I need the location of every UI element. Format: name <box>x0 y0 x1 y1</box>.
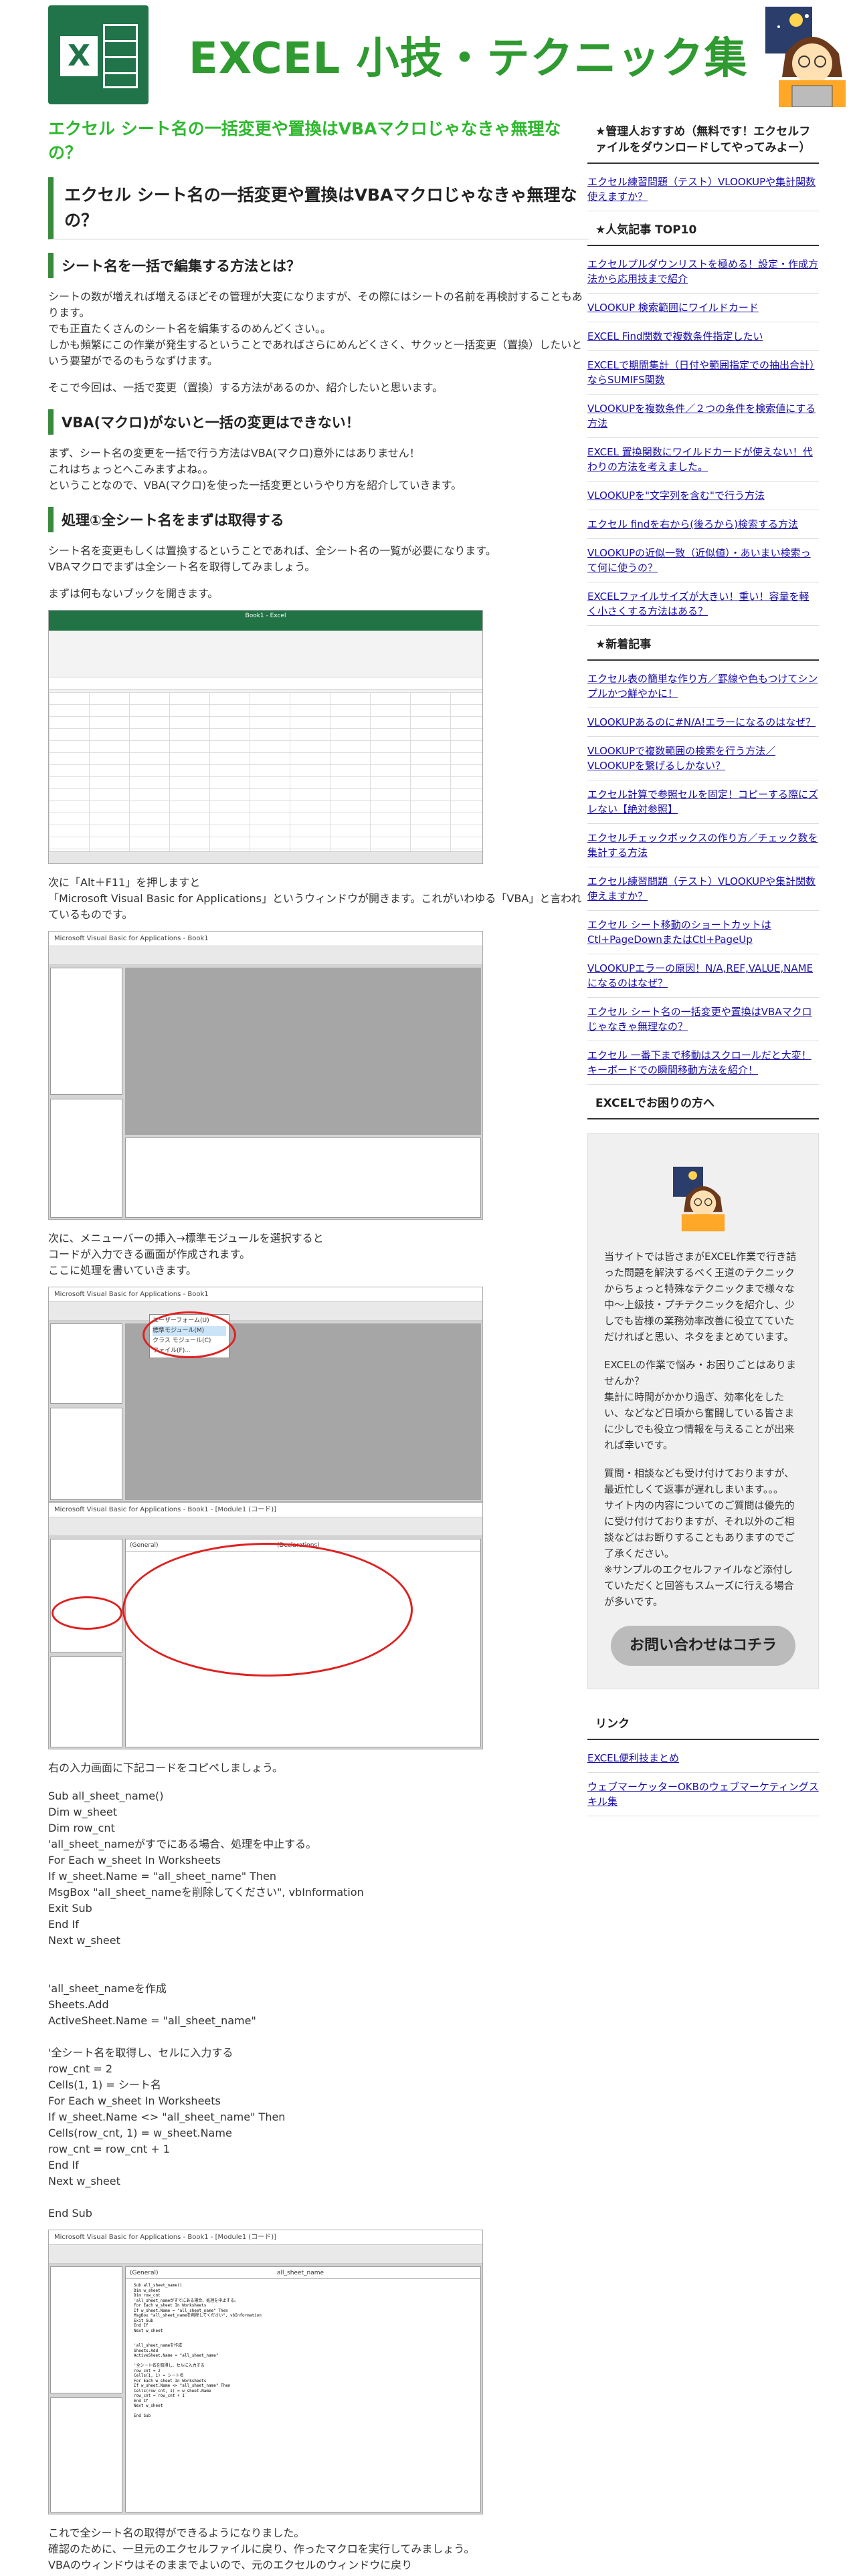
vbe-title: Microsoft Visual Basic for Applications … <box>49 1503 482 1517</box>
mascot-illustration-icon <box>765 7 846 107</box>
contact-button[interactable]: お問い合わせはコチラ <box>611 1626 795 1666</box>
sidebar-heading: EXCELでお困りの方へ <box>587 1089 819 1119</box>
new-article-link[interactable]: エクセル シート移動のショートカットはCtl+PageDownまたはCtl+Pa… <box>587 911 819 954</box>
new-article-link[interactable]: エクセルチェックボックスの作り方／チェック数を集計する方法 <box>587 824 819 867</box>
paragraph: 次に「Alt＋F11」を押しますと 「Microsoft Visual Basi… <box>48 876 582 921</box>
article-title: エクセル シート名の一括変更や置換はVBAマクロじゃなきゃ無理なの？ <box>48 177 589 239</box>
new-article-link[interactable]: VLOOKUPエラーの原因！N/A,REF,VALUE,NAMEになるのはなぜ？ <box>587 954 819 998</box>
new-article-link[interactable]: エクセル 一番下まで移動はスクロールだと大変！キーボードでの瞬間移動方法を紹介！ <box>587 1041 819 1085</box>
vbe-code-entered-screenshot: Microsoft Visual Basic for Applications … <box>48 2230 483 2514</box>
paragraph: これで全シート名の取得ができるようになりました。 確認のために、一旦元のエクセル… <box>48 2527 475 2576</box>
project-explorer <box>50 968 122 1095</box>
popular-link[interactable]: エクセルプルダウンリストを極める！設定・作成方法から応用技まで紹介 <box>587 250 819 294</box>
vbe-module-screenshot: Microsoft Visual Basic for Applications … <box>48 1502 483 1749</box>
sidebar: ★管理人おすすめ（無料です！エクセルファイルをダウンロードしてやってみよー） エ… <box>587 117 819 1820</box>
site-title[interactable]: EXCEL 小技・テクニック集 <box>189 24 748 86</box>
profile-text: 質問・相談なども受け付けておりますが、最近忙しくて返事が遅れしまいます。。。 サ… <box>604 1467 795 1608</box>
excel-title: Book1 - Excel <box>245 613 286 619</box>
recommend-list: エクセル練習問題（テスト）VLOOKUPや集計関数使えますか？ <box>587 164 819 215</box>
code-window[interactable]: (General) all_sheet_name Sub all_sheet_n… <box>125 2266 481 2512</box>
paragraph: まずは何もないブックを開きます。 <box>48 587 219 600</box>
excel-ribbon <box>49 631 482 677</box>
new-list: エクセル表の簡単な作り方／罫線や色もつけてシンプルかつ鮮やかに！ VLOOKUPあ… <box>587 661 819 1089</box>
new-article-link[interactable]: エクセル シート名の一括変更や置換はVBAマクロじゃなきゃ無理なの？ <box>587 998 819 1041</box>
sidebar-heading: ★人気記事 TOP10 <box>587 215 819 246</box>
paragraph: シートの数が増えれば増えるほどその管理が大変になりますが、その際にはシートの名前… <box>48 290 583 367</box>
vbe-screenshot: Microsoft Visual Basic for Applications … <box>48 931 483 1220</box>
code-area <box>125 968 481 1135</box>
paragraph: シート名を変更もしくは置換するということであれば、全シート名の一覧が必要になりま… <box>48 544 496 573</box>
site-header: X EXCEL 小技・テクニック集 <box>48 0 846 107</box>
profile-text: EXCELの作業で悩み・お困りごとはありませんか？ 集計に時間がかかり過ぎ、効率… <box>604 1359 796 1451</box>
paragraph: 次に、メニューバーの挿入→標準モジュールを選択すると コードが入力できる画面が作… <box>48 1232 324 1277</box>
external-link[interactable]: ウェブマーケッターOKBのウェブマーケティングスキル集 <box>587 1773 819 1816</box>
excel-blank-screenshot: Book1 - Excel <box>48 610 483 864</box>
links-list: EXCEL便利技まとめ ウェブマーケッターOKBのウェブマーケティングスキル集 <box>587 1740 819 1820</box>
new-article-link[interactable]: VLOOKUPあるのに#N/A!エラーになるのはなぜ？ <box>587 708 819 737</box>
popular-link[interactable]: VLOOKUP 検索範囲にワイルドカード <box>587 294 819 322</box>
code-content: Sub all_sheet_name() Dim w_sheet Dim row… <box>134 2283 262 2418</box>
external-link[interactable]: EXCEL便利技まとめ <box>587 1744 819 1773</box>
vbe-title: Microsoft Visual Basic for Applications … <box>49 932 482 946</box>
procedure-dropdown[interactable]: all_sheet_name <box>277 2267 324 2278</box>
excel-logo-icon[interactable]: X <box>48 5 149 104</box>
section-heading: VBA(マクロ)がないと一括の変更はできない！ <box>48 409 589 435</box>
popular-link[interactable]: EXCELで期間集計（日付や範囲指定での抽出合計）ならSUMIFS関数 <box>587 351 819 395</box>
popular-list: エクセルプルダウンリストを極める！設定・作成方法から応用技まで紹介 VLOOKUP… <box>587 246 819 630</box>
immediate-window <box>125 1138 481 1218</box>
object-dropdown[interactable]: (General) <box>130 2267 277 2278</box>
excel-title-bar: Book1 - Excel <box>49 611 482 621</box>
new-article-link[interactable]: エクセル表の簡単な作り方／罫線や色もつけてシンプルかつ鮮やかに！ <box>587 665 819 708</box>
new-article-link[interactable]: エクセル計算で参照セルを固定！コピーする際にズレない【絶対参照】 <box>587 780 819 824</box>
popular-link[interactable]: エクセル findを右から(後ろから)検索する方法 <box>587 510 819 539</box>
article-headline: エクセル シート名の一括変更や置換はVBAマクロじゃなきゃ無理なの？ <box>48 119 561 163</box>
popular-link[interactable]: EXCEL Find関数で複数条件指定したい <box>587 322 819 351</box>
vbe-title: Microsoft Visual Basic for Applications … <box>49 1287 482 1302</box>
paragraph: まず、シート名の変更を一括で行う方法はVBA(マクロ)意外にはありません！ これ… <box>48 447 462 492</box>
mascot-icon <box>673 1166 725 1232</box>
paragraph: 右の入力画面に下記コードをコピペしましょう。 <box>48 1761 284 1774</box>
properties-pane <box>50 1099 122 1218</box>
sidebar-heading: リンク <box>587 1709 819 1740</box>
recommend-link[interactable]: エクセル練習問題（テスト）VLOOKUPや集計関数使えますか？ <box>587 168 819 211</box>
new-article-link[interactable]: VLOOKUPで複数範囲の検索を行う方法／VLOOKUPを繋げるしかない？ <box>587 737 819 780</box>
vba-code-block: Sub all_sheet_name() Dim w_sheet Dim row… <box>48 1790 364 2220</box>
paragraph: そこで今回は、一括で変更（置換）する方法があるのか、紹介したいと思います。 <box>48 381 444 394</box>
vbe-title: Microsoft Visual Basic for Applications … <box>49 2230 482 2245</box>
sidebar-heading: ★新着記事 <box>587 630 819 661</box>
highlight-circle <box>142 1311 236 1358</box>
popular-link[interactable]: EXCELファイルサイズが大きい！重い！容量を軽く小さくする方法はある？ <box>587 582 819 626</box>
popular-link[interactable]: VLOOKUPを"文字列を含む"で行う方法 <box>587 481 819 510</box>
vbe-insert-menu-screenshot: Microsoft Visual Basic for Applications … <box>48 1287 483 1502</box>
profile-box: 当サイトでは皆さまがEXCEL作業で行き詰った問題を解決するべく王道のテクニック… <box>587 1133 819 1689</box>
section-heading: 処理①全シート名をまずは取得する <box>48 507 589 532</box>
article: エクセル シート名の一括変更や置換はVBAマクロじゃなきゃ無理なの？ エクセル … <box>48 117 589 2576</box>
popular-link[interactable]: VLOOKUPの近似一致（近似値）・あいまい検索って何に使うの？ <box>587 539 819 582</box>
new-article-link[interactable]: エクセル練習問題（テスト）VLOOKUPや集計関数使えますか？ <box>587 867 819 911</box>
section-heading: シート名を一括で編集する方法とは？ <box>48 253 589 278</box>
profile-text: 当サイトでは皆さまがEXCEL作業で行き詰った問題を解決するべく王道のテクニック… <box>604 1251 796 1343</box>
sheet-grid <box>49 692 482 853</box>
popular-link[interactable]: VLOOKUPを複数条件／２つの条件を検索値にする方法 <box>587 395 819 438</box>
popular-link[interactable]: EXCEL 置換関数にワイルドカードが使えない！代わりの方法を考えました。 <box>587 438 819 481</box>
sidebar-heading: ★管理人おすすめ（無料です！エクセルファイルをダウンロードしてやってみよー） <box>587 117 819 164</box>
